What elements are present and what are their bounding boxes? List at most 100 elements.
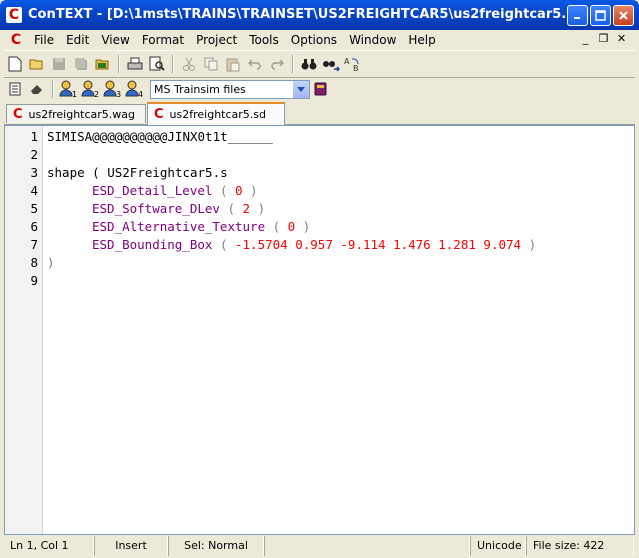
menu-edit[interactable]: Edit [60,33,95,47]
new-file-button[interactable] [4,53,26,75]
undo-button[interactable] [244,53,266,75]
line-number: 8 [30,255,38,270]
minimize-button[interactable] [567,5,588,26]
menu-view[interactable]: View [95,33,135,47]
document-icon: C [13,106,23,122]
svg-text:2: 2 [94,90,99,98]
word-wrap-button[interactable] [26,78,48,100]
replace-button[interactable]: AB [342,53,364,75]
doc-restore-button[interactable]: ❐ [596,32,611,46]
chevron-down-icon[interactable] [293,80,309,98]
tab-label: us2freightcar5.sd [169,108,267,121]
print-preview-button[interactable] [146,53,168,75]
tab-label: us2freightcar5.wag [28,107,136,121]
doc-minimize-button[interactable]: _ [578,32,593,46]
doc-close-button[interactable]: ✕ [614,32,629,46]
save-button[interactable] [48,53,70,75]
user-exec-1-icon: 1 [59,80,77,98]
line-number: 2 [30,147,38,162]
property-value: 2 [242,201,251,216]
folder-open-icon [29,59,43,70]
print-button[interactable] [124,53,146,75]
closing-paren: ) [47,255,55,270]
save-all-icon [75,58,87,70]
line-number: 4 [30,183,38,198]
new-file-icon [8,56,22,72]
paste-button[interactable] [222,53,244,75]
line-number: 5 [30,201,38,216]
property-value: 0 [235,183,243,198]
undo-icon [248,59,261,70]
app-icon[interactable]: C [6,7,22,23]
user-exec-3-icon: 3 [103,80,121,98]
property-key: ESD_Alternative_Texture [92,219,266,234]
binoculars-icon [301,59,317,70]
highlighter-value: MS Trainsim files [154,82,246,96]
file-list-button[interactable] [4,78,26,100]
main-toolbar: AB [4,50,635,78]
menu-project[interactable]: Project [190,33,243,47]
line-number-gutter: 1 2 3 4 5 6 7 8 9 [5,126,43,534]
save-all-button[interactable] [70,53,92,75]
selection-mode: Sel: Normal [168,536,264,556]
highlighter-select[interactable]: MS Trainsim files [150,79,310,99]
menu-tools[interactable]: Tools [243,33,285,47]
tab-us2freightcar5-wag[interactable]: C us2freightcar5.wag [6,104,146,123]
code-line-4: ESD_Detail_Level ( 0 ) [92,183,258,198]
user-exec-2-button[interactable]: 2 [80,78,102,100]
menu-help[interactable]: Help [402,33,441,47]
line-number: 7 [30,237,38,252]
cut-button[interactable] [178,53,200,75]
menu-format[interactable]: Format [136,33,190,47]
code-editor[interactable]: 1 2 3 4 5 6 7 8 9 SIMISA@@@@@@@@@@JINX0t… [4,125,635,535]
code-line-8: ) [47,255,55,270]
code-line-6: ESD_Alternative_Texture ( 0 ) [92,219,311,234]
property-value: 1.281 [438,237,476,252]
document-window-controls: _ ❐ ✕ [578,32,629,46]
menu-file[interactable]: File [28,33,60,47]
line-number: 6 [30,219,38,234]
clipboard-icon [226,58,240,71]
highlighter-settings-button[interactable] [310,78,332,100]
line-number: 9 [30,273,38,288]
status-bar: Ln 1, Col 1 Insert Sel: Normal Unicode F… [4,536,635,556]
menu-options[interactable]: Options [285,33,343,47]
property-value: -1.5704 [235,237,288,252]
find-button[interactable] [298,53,320,75]
close-button[interactable] [613,5,634,26]
menu-bar: C File Edit View Format Project Tools Op… [4,30,635,49]
maximize-button[interactable] [590,5,611,26]
redo-button[interactable] [266,53,288,75]
status-spacer [264,536,470,556]
scissors-icon [183,57,195,71]
replace-icon: AB [344,57,359,72]
svg-text:3: 3 [116,90,121,98]
open-file-button[interactable] [26,53,48,75]
menu-window[interactable]: Window [343,33,402,47]
user-exec-3-button[interactable]: 3 [102,78,124,100]
document-icon[interactable]: C [8,32,24,48]
toolbar-separator [172,55,174,73]
property-value: 0.957 [295,237,333,252]
close-file-button[interactable] [92,53,114,75]
line-number: 3 [30,165,38,180]
redo-icon [271,59,284,70]
code-line-7: ESD_Bounding_Box ( -1.5704 0.957 -9.114 … [92,237,537,252]
code-line-3: shape ( US2Freightcar5.s [47,165,228,180]
toolbar-separator [52,80,54,98]
header-text: SIMISA@@@@@@@@@@JINX0t1t______ [47,129,273,144]
minimize-icon [574,17,580,19]
svg-text:1: 1 [72,90,77,98]
code-line-1: SIMISA@@@@@@@@@@JINX0t1t______ [47,129,273,144]
title-bar: C ConTEXT - [D:\1msts\TRAINS\TRAINSET\US… [0,0,639,30]
user-exec-1-button[interactable]: 1 [58,78,80,100]
svg-text:B: B [353,64,359,72]
tab-us2freightcar5-sd[interactable]: C us2freightcar5.sd [147,102,285,125]
cursor-position: Ln 1, Col 1 [4,536,94,556]
find-next-button[interactable] [320,53,342,75]
user-exec-2-icon: 2 [81,80,99,98]
copy-button[interactable] [200,53,222,75]
user-exec-4-button[interactable]: 4 [124,78,146,100]
svg-text:A: A [344,57,350,66]
svg-text:4: 4 [138,90,143,98]
